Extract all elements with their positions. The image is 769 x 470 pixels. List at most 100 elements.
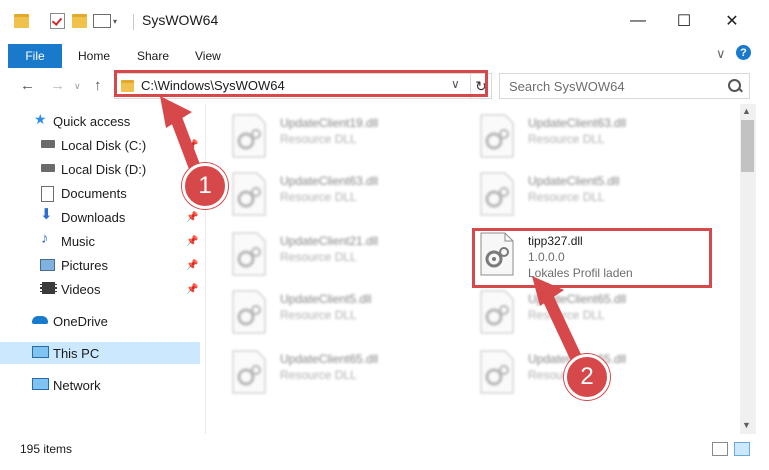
file-tile[interactable]: UpdateClient21.dll Resource DLL [230,230,470,280]
up-arrow-icon[interactable]: ↑ [94,77,102,94]
network-icon [32,378,49,390]
drive-icon [41,140,55,148]
search-box[interactable]: Search SysWOW64 [499,73,750,99]
sidebar-item-music[interactable]: ♪ Music 📌 [0,230,200,252]
cloud-icon [32,316,48,324]
minimize-button[interactable]: — [618,10,658,32]
tab-share[interactable]: Share [137,49,169,63]
pin-icon[interactable]: 📌 [186,284,198,295]
step-badge-1: 1 [182,163,228,209]
scrollbar-thumb[interactable] [741,120,754,172]
tab-view[interactable]: View [195,49,221,63]
tab-file[interactable]: File [8,44,62,68]
file-tile[interactable]: UpdateClient65.dll Resource DLL [478,288,718,338]
folder-icon[interactable] [12,12,30,30]
music-icon: ♪ [41,230,49,247]
search-input[interactable]: Search SysWOW64 [509,79,625,94]
pictures-icon [40,259,55,271]
help-icon[interactable]: ? [736,45,751,60]
download-icon: ⬇ [40,206,53,223]
properties-check-icon[interactable] [48,12,66,30]
sidebar-item-label: This PC [53,345,100,361]
file-type: Resource DLL [528,132,605,146]
file-tile[interactable]: UpdateClient5.dll Resource DLL [230,288,470,338]
status-bar: 195 items [0,436,769,470]
search-icon[interactable] [728,79,741,92]
file-type: Resource DLL [280,308,357,322]
file-name: UpdateClient19.dll [280,116,379,130]
file-name: UpdateClient65.dll [528,292,627,306]
step-badge-2: 2 [564,354,610,400]
pin-icon[interactable]: 📌 [186,236,198,247]
file-tile[interactable]: UpdateClient5.dll Resource DLL [478,170,718,220]
documents-icon [41,186,54,202]
customize-toolbar-icon[interactable]: ▾ [92,12,118,30]
file-tile[interactable]: UpdateClient63.dll Resource DLL [230,170,470,220]
scroll-down-arrow-icon[interactable]: ▼ [742,420,751,430]
file-type: Resource DLL [280,190,357,204]
navigation-pane: ★ Quick access Local Disk (C:) 📌 Local D… [0,104,205,434]
pin-icon[interactable]: 📌 [186,260,198,271]
file-type: Resource DLL [528,308,605,322]
sidebar-item-label: Local Disk (D:) [61,161,147,177]
file-type: Resource DLL [528,190,605,204]
tab-home[interactable]: Home [78,49,110,63]
file-name: UpdateClient63.dll [280,174,379,188]
sidebar-item-label: Pictures [61,257,108,273]
sidebar-item-label: Local Disk (C:) [61,137,147,153]
file-type: Resource DLL [280,250,357,264]
recent-locations-icon[interactable]: ∨ [74,81,81,92]
sidebar-item-network[interactable]: Network [0,374,200,396]
title-bar: ▾ SysWOW64 — ☐ ✕ [0,0,769,40]
file-name: UpdateClient63.dll [528,116,627,130]
new-folder-icon[interactable] [70,12,88,30]
pin-icon[interactable]: 📌 [186,140,198,151]
large-icons-view-icon[interactable] [734,442,750,456]
sidebar-item-label: Network [53,377,101,393]
dll-file-icon [232,232,266,276]
pin-icon[interactable]: 📌 [186,212,198,223]
drive-icon [41,164,55,172]
sidebar-item-quick-access[interactable]: ★ Quick access [0,110,200,132]
item-count: 195 items [20,442,73,456]
file-name: UpdateClient5.dll [280,292,372,306]
dll-file-icon [232,350,266,394]
file-highlight-box [472,228,712,288]
sidebar-item-label: Documents [61,185,127,201]
dll-file-icon [232,290,266,334]
sidebar-item-label: Quick access [53,113,131,129]
sidebar-item-this-pc[interactable]: This PC [0,342,200,364]
close-button[interactable]: ✕ [712,10,752,32]
sidebar-item-local-disk-c[interactable]: Local Disk (C:) 📌 [0,134,200,156]
expand-ribbon-icon[interactable]: ∨ [716,46,726,62]
file-tile[interactable]: UpdateClient65.dll Resource DLL [230,348,470,398]
videos-icon [40,282,57,294]
forward-arrow-icon[interactable]: → [50,77,65,94]
sidebar-item-videos[interactable]: Videos 📌 [0,278,200,300]
maximize-button[interactable]: ☐ [664,10,704,32]
sidebar-item-label: Downloads [61,209,126,225]
sidebar-item-label: Videos [61,281,101,297]
sidebar-item-label: Music [61,233,95,249]
dll-file-icon [480,290,514,334]
sidebar-item-pictures[interactable]: Pictures 📌 [0,254,200,276]
dll-file-icon [480,114,514,158]
sidebar-item-onedrive[interactable]: OneDrive [0,310,200,332]
dll-file-icon [232,114,266,158]
file-name: UpdateClient21.dll [280,234,379,248]
file-name: UpdateClient5.dll [528,174,620,188]
dll-file-icon [232,172,266,216]
sidebar-item-local-disk-d[interactable]: Local Disk (D:) [0,158,200,180]
file-tile[interactable]: UpdateClient19.dll Resource DLL [230,112,470,162]
back-arrow-icon[interactable]: ← [20,77,35,94]
star-icon: ★ [34,111,47,127]
dll-file-icon [480,172,514,216]
file-type: Resource DLL [280,368,357,382]
details-view-icon[interactable] [712,442,728,456]
file-type: Resource DLL [280,132,357,146]
sidebar-item-documents[interactable]: Documents [0,182,200,204]
scroll-up-arrow-icon[interactable]: ▲ [742,106,751,116]
file-tile[interactable]: UpdateClient63.dll Resource DLL [478,112,718,162]
sidebar-item-downloads[interactable]: ⬇ Downloads 📌 [0,206,200,228]
ribbon: File Home Share View ∨ ? [0,40,769,69]
